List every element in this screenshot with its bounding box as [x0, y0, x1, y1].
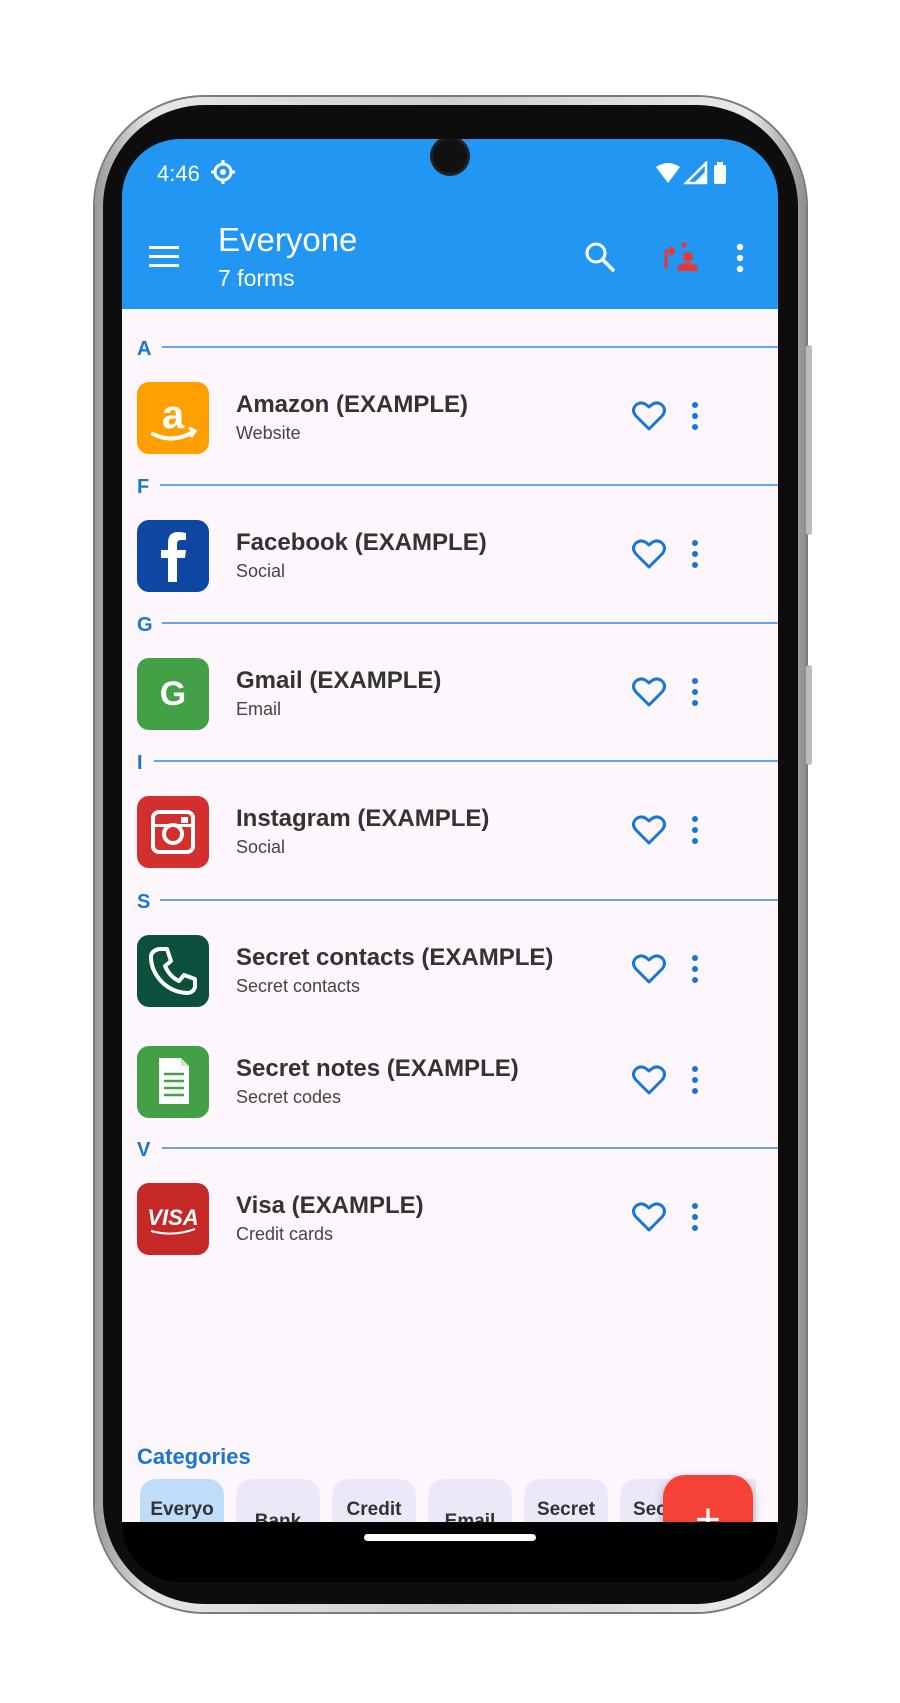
status-icons — [656, 161, 726, 185]
item-more-icon[interactable] — [690, 1066, 700, 1094]
svg-text:G: G — [160, 675, 186, 713]
favorite-heart-icon[interactable] — [632, 814, 666, 846]
list-item-gmail[interactable]: G Gmail (EXAMPLE) Email — [122, 631, 778, 751]
section-divider — [160, 899, 778, 901]
system-nav-bar — [122, 1522, 778, 1582]
item-category: Secret codes — [236, 1087, 342, 1107]
item-category: Secret contacts — [236, 976, 361, 996]
list-item-amazon[interactable]: a Amazon (EXAMPLE) Website — [122, 355, 778, 475]
item-category: Website — [236, 423, 301, 443]
item-more-icon[interactable] — [690, 678, 700, 706]
item-category: Social — [236, 837, 286, 857]
item-more-icon[interactable] — [690, 402, 700, 430]
categories-title: Categories — [137, 1444, 251, 1469]
favorite-heart-icon[interactable] — [632, 676, 666, 708]
favorite-heart-icon[interactable] — [632, 1201, 666, 1233]
item-title: Visa (EXAMPLE) — [236, 1192, 424, 1219]
item-more-icon[interactable] — [690, 955, 700, 983]
item-title: Amazon (EXAMPLE) — [236, 391, 469, 418]
form-list: A a Amazon (EXAMPLE) Website F Facebook … — [122, 309, 778, 1575]
instagram-icon — [137, 796, 209, 868]
app-bar: 4:46 Everyone 7 forms — [122, 139, 778, 309]
item-category: Social — [236, 561, 286, 581]
search-icon[interactable] — [584, 241, 616, 273]
item-more-icon[interactable] — [690, 540, 700, 568]
gmail-icon: G — [137, 658, 209, 730]
wifi-icon — [656, 163, 680, 183]
sync-icon[interactable] — [662, 239, 698, 273]
volume-button — [806, 345, 812, 535]
battery-icon — [714, 165, 726, 184]
item-title: Secret contacts (EXAMPLE) — [236, 944, 554, 971]
item-category: Email — [236, 699, 282, 719]
item-title: Facebook (EXAMPLE) — [236, 529, 487, 556]
favorite-heart-icon[interactable] — [632, 1064, 666, 1096]
form-count: 7 forms — [218, 265, 295, 291]
svg-text:a: a — [162, 393, 185, 437]
screen: 4:46 Everyone 7 forms A a Amazon (EXAMPL… — [122, 139, 778, 1582]
list-item-facebook[interactable]: Facebook (EXAMPLE) Social — [122, 493, 778, 613]
item-more-icon[interactable] — [690, 816, 700, 844]
phone-icon — [137, 935, 209, 1007]
section-divider — [162, 622, 778, 624]
favorite-heart-icon[interactable] — [632, 400, 666, 432]
list-item-instagram[interactable]: Instagram (EXAMPLE) Social — [122, 769, 778, 889]
amazon-icon: a — [137, 382, 209, 454]
section-divider — [160, 484, 778, 486]
list-item-secret-contacts[interactable]: Secret contacts (EXAMPLE) Secret contact… — [122, 907, 778, 1027]
facebook-icon — [137, 520, 209, 592]
svg-text:VISA: VISA — [147, 1205, 198, 1230]
list-item-secret-notes[interactable]: Secret notes (EXAMPLE) Secret codes — [122, 1017, 778, 1137]
list-item-visa[interactable]: VISA Visa (EXAMPLE) Credit cards — [122, 1156, 778, 1276]
gear-icon — [211, 160, 235, 184]
status-time: 4:46 — [157, 161, 200, 186]
power-button — [806, 665, 812, 765]
item-title: Gmail (EXAMPLE) — [236, 667, 442, 694]
item-category: Credit cards — [236, 1224, 334, 1244]
menu-icon[interactable] — [149, 245, 181, 269]
section-divider — [162, 1147, 778, 1149]
visa-icon: VISA — [137, 1183, 209, 1255]
item-title: Secret notes (EXAMPLE) — [236, 1055, 519, 1082]
item-more-icon[interactable] — [690, 1203, 700, 1231]
overflow-menu-icon[interactable] — [734, 243, 746, 273]
favorite-heart-icon[interactable] — [632, 953, 666, 985]
page-title: Everyone — [218, 221, 358, 258]
section-divider — [154, 760, 778, 762]
section-divider — [162, 346, 778, 348]
front-camera — [433, 139, 467, 173]
favorite-heart-icon[interactable] — [632, 538, 666, 570]
home-gesture-bar[interactable] — [364, 1534, 536, 1541]
notes-icon — [137, 1046, 209, 1118]
item-title: Instagram (EXAMPLE) — [236, 805, 490, 832]
